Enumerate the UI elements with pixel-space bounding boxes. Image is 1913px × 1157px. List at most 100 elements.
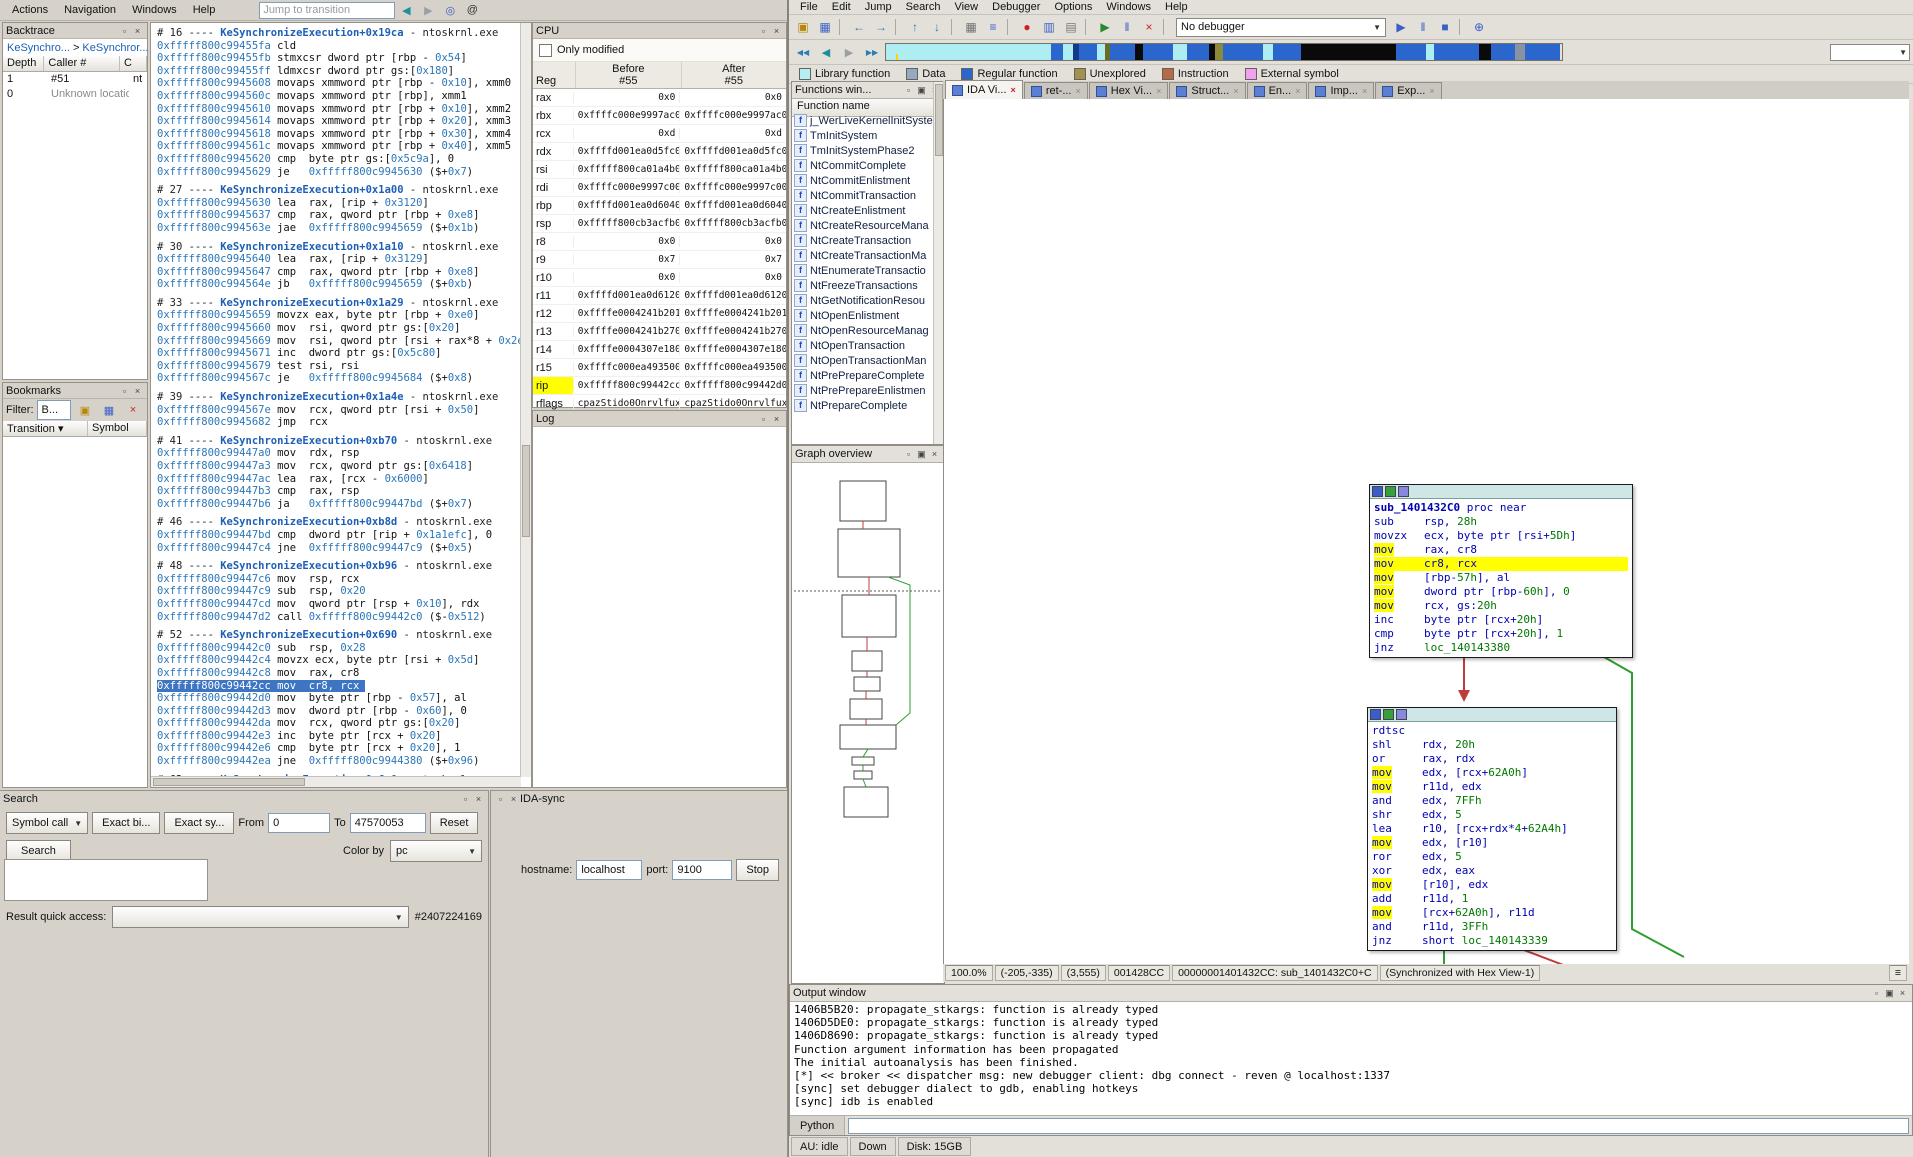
function-list-item[interactable]: fNtCreateResourceMana <box>792 218 934 233</box>
column-header-depth[interactable]: Depth <box>3 56 44 71</box>
clear-icon[interactable]: × <box>122 402 144 419</box>
group-icon[interactable] <box>1385 486 1396 497</box>
trace-line[interactable]: 0xfffff800c99447c9 sub rsp, 0x20 <box>157 585 521 598</box>
close-icon[interactable]: × <box>1156 86 1161 96</box>
trace-line[interactable]: 0xfffff800c9945637 cmp rax, qword ptr [r… <box>157 209 521 222</box>
trace-line[interactable]: 0xfffff800c99442d3 mov dword ptr [rbp - … <box>157 705 521 718</box>
pause-process-icon[interactable]: ‖ <box>1412 17 1434 37</box>
trace-line[interactable]: 0xfffff800c99447bd cmp dword ptr [rip + … <box>157 529 521 542</box>
trace-line[interactable]: 0xfffff800c99442cc mov cr8, rcx <box>157 680 365 693</box>
tab-ret[interactable]: ret-...× <box>1024 82 1088 99</box>
search-type-select[interactable]: Symbol call▼ <box>6 812 88 834</box>
menu-item-debugger[interactable]: Debugger <box>985 0 1047 14</box>
trace-line[interactable]: 0xfffff800c9945671 inc dword ptr gs:[0x5… <box>157 347 521 360</box>
asm-line[interactable]: movedx, [rcx+62A0h] <box>1372 766 1612 780</box>
close-icon[interactable]: × <box>1295 86 1300 96</box>
open-file-icon[interactable]: ▣ <box>792 17 814 37</box>
trace-line[interactable]: 0xfffff800c99447cd mov qword ptr [rsp + … <box>157 598 521 611</box>
tab-struct[interactable]: Struct...× <box>1169 82 1245 99</box>
graph-view-canvas[interactable]: sub_1401432C0 proc nearsubrsp, 28hmovzxe… <box>943 99 1909 966</box>
trace-line[interactable]: 0xfffff800c99447c4 jne 0xfffff800c99447c… <box>157 542 521 555</box>
trace-line[interactable]: 0xfffff800c994567e mov rcx, qword ptr [r… <box>157 404 521 417</box>
navigate-forward-icon[interactable]: → <box>870 17 892 37</box>
menu-item-navigation[interactable]: Navigation <box>56 2 124 18</box>
tab-en[interactable]: En...× <box>1247 82 1308 99</box>
asm-line[interactable]: lear10, [rcx+rdx*4+62A4h] <box>1372 822 1612 836</box>
function-list-item[interactable]: fNtCommitComplete <box>792 158 934 173</box>
asm-line[interactable]: rdtsc <box>1372 724 1612 738</box>
color-icon[interactable] <box>1398 486 1409 497</box>
asm-line[interactable]: roredx, 5 <box>1372 850 1612 864</box>
trace-line[interactable]: 0xfffff800c99442c8 mov rax, cr8 <box>157 667 521 680</box>
close-icon[interactable]: × <box>1233 86 1238 96</box>
save-file-icon[interactable]: ▦ <box>814 17 836 37</box>
search-results-list[interactable] <box>4 859 208 901</box>
close-icon[interactable]: × <box>1011 85 1016 95</box>
reset-button[interactable]: Reset <box>430 812 479 834</box>
cpu-register-row[interactable]: rdi0xffffc000e9997c000xffffc000e9997c00 <box>533 179 786 197</box>
function-list-item[interactable]: fNtFreezeTransactions <box>792 278 934 293</box>
to-input[interactable]: 47570053 <box>350 813 426 833</box>
cpu-register-row[interactable]: r120xffffe0004241b2010xffffe0004241b201 <box>533 305 786 323</box>
close-icon[interactable]: × <box>131 25 144 37</box>
trace-line[interactable]: 0xfffff800c994567c je 0xfffff800c9945684… <box>157 372 521 385</box>
trace-line[interactable]: 0xfffff800c99455fa cld <box>157 40 521 53</box>
nav-forward-icon[interactable]: ▶ <box>417 2 439 19</box>
trace-line[interactable]: 0xfffff800c99447c6 mov rsp, rcx <box>157 573 521 586</box>
port-input[interactable]: 9100 <box>672 860 732 880</box>
exact-binary-button[interactable]: Exact bi... <box>92 812 160 834</box>
column-header-transition[interactable]: Transition ▾ <box>3 421 88 436</box>
trace-line[interactable]: 0xfffff800c9945608 movaps xmmword ptr [r… <box>157 77 521 90</box>
asm-line[interactable]: subrsp, 28h <box>1374 515 1628 529</box>
trace-line[interactable]: 0xfffff800c99442e3 inc byte ptr [rcx + 0… <box>157 730 521 743</box>
close-icon[interactable]: × <box>1896 987 1909 999</box>
maximize-icon[interactable]: ▣ <box>1883 987 1896 999</box>
asm-line[interactable]: jnzloc_140143380 <box>1374 641 1628 655</box>
trace-line[interactable]: 0xfffff800c994561c movaps xmmword ptr [r… <box>157 140 521 153</box>
trace-line[interactable]: 0xfffff800c994563e jae 0xfffff800c994565… <box>157 222 521 235</box>
asm-line[interactable]: movedx, [r10] <box>1372 836 1612 850</box>
registers-icon[interactable]: ▥ <box>1038 17 1060 37</box>
start-process-icon[interactable]: ▶ <box>1390 17 1412 37</box>
hostname-input[interactable]: localhost <box>576 860 642 880</box>
close-icon[interactable]: × <box>1362 86 1367 96</box>
trace-line[interactable]: 0xfffff800c9945647 cmp rax, qword ptr [r… <box>157 266 521 279</box>
function-list-item[interactable]: fNtEnumerateTransactio <box>792 263 934 278</box>
trace-line[interactable]: 0xfffff800c99447ac lea rax, [rcx - 0x600… <box>157 473 521 486</box>
undock-icon[interactable]: ▫ <box>902 84 915 96</box>
trace-line[interactable]: 0xfffff800c9945659 movzx eax, byte ptr [… <box>157 309 521 322</box>
jump-down-icon[interactable]: ↓ <box>926 17 948 37</box>
tab-exp[interactable]: Exp...× <box>1375 82 1441 99</box>
asm-line[interactable]: movcr8, rcx <box>1374 557 1628 571</box>
trace-line[interactable]: 0xfffff800c9945630 lea rax, [rip + 0x312… <box>157 197 521 210</box>
undock-icon[interactable]: ▫ <box>494 793 507 805</box>
cpu-register-row[interactable]: rax0x00x0 <box>533 89 786 107</box>
from-input[interactable]: 0 <box>268 813 330 833</box>
function-list-item[interactable]: fNtCommitTransaction <box>792 188 934 203</box>
function-list-item[interactable]: fNtCommitEnlistment <box>792 173 934 188</box>
function-list-item[interactable]: fNtCreateTransactionMa <box>792 248 934 263</box>
trace-line[interactable]: 0xfffff800c99442d0 mov byte ptr [rbp - 0… <box>157 692 521 705</box>
attach-process-icon[interactable]: ⊕ <box>1468 17 1490 37</box>
undock-icon[interactable]: ▫ <box>118 25 131 37</box>
menu-item-help[interactable]: Help <box>185 2 224 18</box>
graph-overview-map[interactable] <box>792 463 942 982</box>
cpu-register-row[interactable]: rbp0xffffd001ea0d60400xffffd001ea0d6040 <box>533 197 786 215</box>
segments-icon[interactable]: ▤ <box>1060 17 1082 37</box>
collapse-icon[interactable] <box>1372 486 1383 497</box>
trace-line[interactable]: 0xfffff800c99442e6 cmp byte ptr [rcx + 0… <box>157 742 521 755</box>
collapse-icon[interactable] <box>1370 709 1381 720</box>
table-row[interactable]: 0Unknown location <box>3 87 147 102</box>
trace-line[interactable]: 0xfffff800c9945629 je 0xfffff800c9945630… <box>157 166 521 179</box>
cpu-register-row[interactable]: r150xffffc000ea4935000xffffc000ea493500 <box>533 359 786 377</box>
save-icon[interactable]: ▦ <box>98 402 120 419</box>
result-quick-access-select[interactable]: ▼ <box>112 906 408 928</box>
make-data-icon[interactable]: ▦ <box>960 17 982 37</box>
vertical-scrollbar[interactable] <box>520 23 531 777</box>
function-list-item[interactable]: fTmInitSystem <box>792 128 934 143</box>
asm-line[interactable]: movrcx, gs:20h <box>1374 599 1628 613</box>
trace-line[interactable]: 0xfffff800c9945620 cmp byte ptr gs:[0x5c… <box>157 153 521 166</box>
menu-item-windows[interactable]: Windows <box>124 2 185 18</box>
menu-item-view[interactable]: View <box>947 0 985 14</box>
asm-line[interactable]: andedx, 7FFh <box>1372 794 1612 808</box>
